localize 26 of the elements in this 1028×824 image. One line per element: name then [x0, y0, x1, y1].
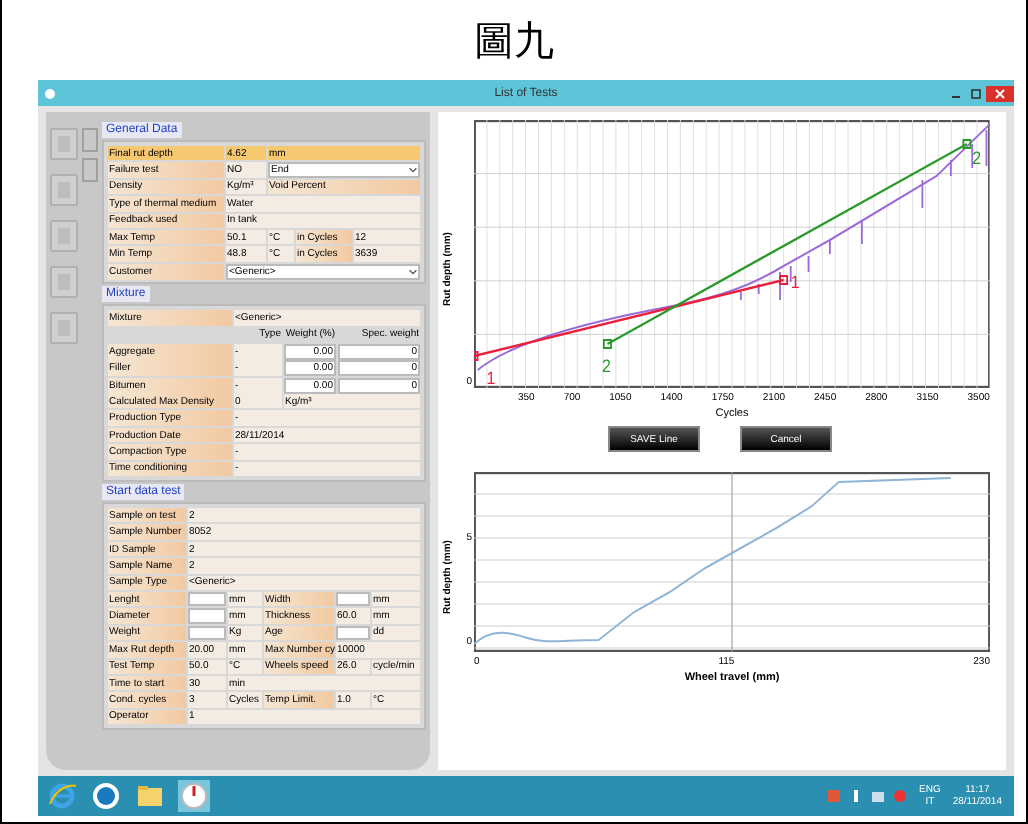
browser-icon[interactable]	[46, 780, 78, 812]
input-field[interactable]	[188, 625, 226, 641]
app-icon	[44, 87, 56, 99]
folder-icon[interactable]	[134, 780, 166, 812]
input-field[interactable]	[336, 591, 370, 607]
tile-icon[interactable]	[50, 266, 78, 298]
tile-icon[interactable]	[50, 312, 78, 344]
input-field[interactable]	[188, 591, 226, 607]
circle-logo-icon[interactable]	[90, 780, 122, 812]
caret-icon[interactable]	[407, 166, 417, 175]
input-field[interactable]	[188, 608, 226, 624]
tile-icon[interactable]	[50, 220, 78, 252]
line-label: 1	[790, 271, 800, 293]
gauge-icon[interactable]	[178, 780, 210, 812]
line-label: 2	[602, 355, 611, 377]
line-label: 1	[486, 367, 496, 388]
caret-icon[interactable]	[407, 267, 417, 276]
figure-title: 圖九	[474, 14, 554, 68]
line-label: 2	[972, 147, 982, 169]
input-field[interactable]	[336, 625, 370, 641]
tile-icon[interactable]	[50, 128, 78, 160]
document-icon[interactable]	[82, 158, 98, 182]
restore-icon[interactable]	[966, 85, 986, 101]
document-icon[interactable]	[82, 128, 98, 152]
tile-icon[interactable]	[50, 174, 78, 206]
close-icon[interactable]	[986, 85, 1014, 101]
